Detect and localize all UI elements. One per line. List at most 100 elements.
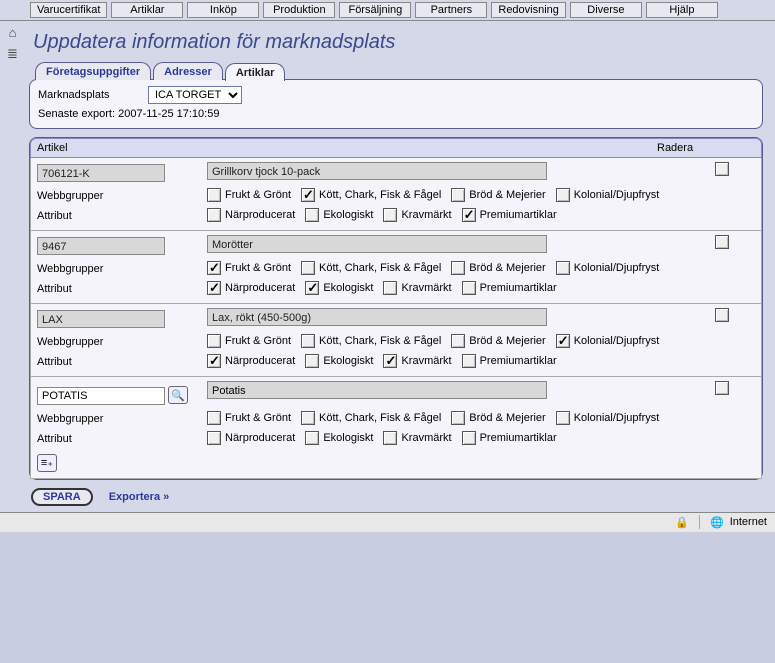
chk-frukt-gront[interactable] — [207, 334, 221, 348]
menu-hjalp[interactable]: Hjälp — [646, 2, 718, 18]
tab-artiklar[interactable]: Artiklar — [225, 63, 286, 81]
chk-kravmarkt[interactable] — [383, 354, 397, 368]
marketplace-panel: Marknadsplats ICA TORGET Senaste export:… — [29, 79, 763, 129]
chk-kravmarkt[interactable] — [383, 208, 397, 222]
lbl-kott-chark: Kött, Chark, Fisk & Fågel — [319, 335, 441, 347]
list-icon[interactable]: ≣ — [7, 46, 18, 62]
chk-premiumartiklar[interactable] — [462, 281, 476, 295]
save-button[interactable]: SPARA — [31, 488, 93, 506]
article-desc: Potatis — [207, 381, 547, 399]
left-rail: ⌂ ≣ — [0, 21, 25, 512]
article-code-input[interactable] — [37, 387, 165, 405]
add-row-button[interactable]: ≡₊ — [37, 454, 57, 472]
marketplace-select[interactable]: ICA TORGET — [148, 86, 242, 104]
article-row: LAX Lax, rökt (450-500g) Webbgrupper Fru… — [30, 304, 762, 377]
main-menu: Varucertifikat Artiklar Inköp Produktion… — [0, 0, 775, 21]
chk-brod-mejerier[interactable] — [451, 411, 465, 425]
menu-inkop[interactable]: Inköp — [187, 2, 259, 18]
chk-narproducerat[interactable] — [207, 354, 221, 368]
lbl-frukt-gront: Frukt & Grönt — [225, 335, 291, 347]
article-desc: Lax, rökt (450-500g) — [207, 308, 547, 326]
lock-icon: 🔒 — [675, 516, 689, 529]
lbl-kolonial: Kolonial/Djupfryst — [574, 262, 660, 274]
chk-ekologiskt[interactable] — [305, 281, 319, 295]
article-desc: Morötter — [207, 235, 547, 253]
menu-partners[interactable]: Partners — [415, 2, 487, 18]
menu-forsaljning[interactable]: Försäljning — [339, 2, 411, 18]
chk-kott-chark[interactable] — [301, 188, 315, 202]
webbgrupper-label: Webbgrupper — [37, 188, 207, 202]
delete-checkbox[interactable] — [715, 235, 729, 249]
chk-ekologiskt[interactable] — [305, 431, 319, 445]
article-row: 706121-K Grillkorv tjock 10-pack Webbgru… — [30, 158, 762, 231]
menu-produktion[interactable]: Produktion — [263, 2, 335, 18]
chk-premiumartiklar[interactable] — [462, 431, 476, 445]
lbl-kolonial: Kolonial/Djupfryst — [574, 189, 660, 201]
delete-checkbox[interactable] — [715, 162, 729, 176]
chk-kravmarkt[interactable] — [383, 281, 397, 295]
menu-varucertifikat[interactable]: Varucertifikat — [30, 2, 107, 18]
lbl-ekologiskt: Ekologiskt — [323, 432, 373, 444]
lbl-brod-mejerier: Bröd & Mejerier — [469, 412, 545, 424]
tab-adresser[interactable]: Adresser — [153, 62, 223, 80]
status-zone: Internet — [730, 516, 767, 528]
tab-foretagsuppgifter[interactable]: Företagsuppgifter — [35, 62, 151, 80]
lookup-button[interactable]: 🔍 — [168, 386, 188, 404]
lbl-kravmarkt: Kravmärkt — [401, 209, 451, 221]
status-bar: 🔒 🌐 Internet — [0, 512, 775, 532]
chk-narproducerat[interactable] — [207, 208, 221, 222]
chk-premiumartiklar[interactable] — [462, 354, 476, 368]
lbl-narproducerat: Närproducerat — [225, 432, 295, 444]
footer-actions: SPARA Exportera » — [29, 488, 763, 506]
chk-kolonial[interactable] — [556, 261, 570, 275]
webbgrupper-label: Webbgrupper — [37, 411, 207, 425]
chk-frukt-gront[interactable] — [207, 188, 221, 202]
lbl-frukt-gront: Frukt & Grönt — [225, 412, 291, 424]
chk-kolonial[interactable] — [556, 188, 570, 202]
home-icon[interactable]: ⌂ — [9, 25, 17, 40]
delete-checkbox[interactable] — [715, 308, 729, 322]
lbl-kolonial: Kolonial/Djupfryst — [574, 335, 660, 347]
chk-premiumartiklar[interactable] — [462, 208, 476, 222]
chk-kravmarkt[interactable] — [383, 431, 397, 445]
chk-kolonial[interactable] — [556, 411, 570, 425]
chk-frukt-gront[interactable] — [207, 261, 221, 275]
export-link[interactable]: Exportera » — [109, 491, 170, 503]
chk-kott-chark[interactable] — [301, 411, 315, 425]
delete-checkbox[interactable] — [715, 381, 729, 395]
chk-ekologiskt[interactable] — [305, 208, 319, 222]
lbl-brod-mejerier: Bröd & Mejerier — [469, 335, 545, 347]
lbl-narproducerat: Närproducerat — [225, 355, 295, 367]
chk-ekologiskt[interactable] — [305, 354, 319, 368]
menu-artiklar[interactable]: Artiklar — [111, 2, 183, 18]
menu-diverse[interactable]: Diverse — [570, 2, 642, 18]
col-artikel: Artikel — [37, 142, 657, 154]
lbl-kott-chark: Kött, Chark, Fisk & Fågel — [319, 189, 441, 201]
lbl-ekologiskt: Ekologiskt — [323, 355, 373, 367]
search-icon: 🔍 — [171, 389, 185, 402]
menu-redovisning[interactable]: Redovisning — [491, 2, 566, 18]
article-code: 706121-K — [37, 164, 165, 182]
chk-brod-mejerier[interactable] — [451, 261, 465, 275]
webbgrupper-label: Webbgrupper — [37, 334, 207, 348]
chk-brod-mejerier[interactable] — [451, 188, 465, 202]
lbl-kravmarkt: Kravmärkt — [401, 282, 451, 294]
webbgrupper-label: Webbgrupper — [37, 261, 207, 275]
lbl-kolonial: Kolonial/Djupfryst — [574, 412, 660, 424]
lbl-premiumartiklar: Premiumartiklar — [480, 282, 557, 294]
lbl-premiumartiklar: Premiumartiklar — [480, 355, 557, 367]
attribut-label: Attribut — [37, 281, 207, 295]
chk-frukt-gront[interactable] — [207, 411, 221, 425]
lbl-narproducerat: Närproducerat — [225, 209, 295, 221]
chk-kott-chark[interactable] — [301, 261, 315, 275]
chk-kott-chark[interactable] — [301, 334, 315, 348]
chk-kolonial[interactable] — [556, 334, 570, 348]
chk-brod-mejerier[interactable] — [451, 334, 465, 348]
chk-narproducerat[interactable] — [207, 281, 221, 295]
col-radera: Radera — [657, 142, 755, 154]
lbl-kravmarkt: Kravmärkt — [401, 355, 451, 367]
article-row-new: 🔍 Potatis Webbgrupper Frukt & Grönt Kött… — [30, 377, 762, 479]
tab-bar: Företagsuppgifter Adresser Artiklar — [35, 62, 763, 80]
chk-narproducerat[interactable] — [207, 431, 221, 445]
lbl-ekologiskt: Ekologiskt — [323, 209, 373, 221]
